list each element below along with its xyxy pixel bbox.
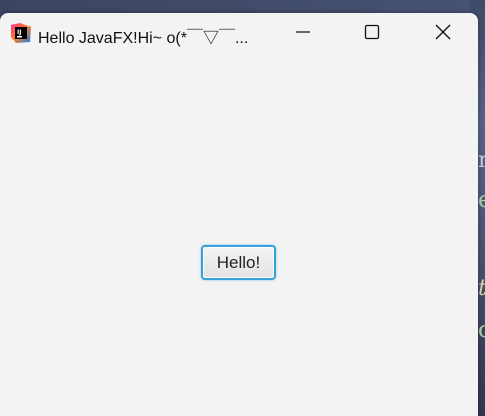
close-icon — [434, 23, 452, 45]
minimize-button[interactable] — [280, 13, 326, 55]
svg-text:IJ: IJ — [17, 29, 21, 36]
background-glyph: c — [478, 318, 485, 343]
minimize-icon — [295, 24, 311, 44]
background-glyph: n — [478, 148, 485, 173]
close-button[interactable] — [420, 13, 466, 55]
background-glyph: e — [478, 188, 485, 213]
maximize-button[interactable] — [349, 13, 395, 55]
background-glyph: t — [478, 276, 485, 301]
hello-button[interactable]: Hello! — [201, 245, 276, 280]
maximize-icon — [364, 24, 380, 44]
window-title: Hello JavaFX!Hi~ o(*￣▽￣... — [38, 30, 249, 47]
app-window: IJ Hello JavaFX!Hi~ o(*￣▽￣... Hello! — [0, 13, 478, 416]
intellij-app-icon: IJ — [10, 22, 32, 44]
title-bar[interactable]: IJ Hello JavaFX!Hi~ o(*￣▽￣... — [0, 13, 478, 55]
content-area: Hello! — [0, 55, 478, 416]
